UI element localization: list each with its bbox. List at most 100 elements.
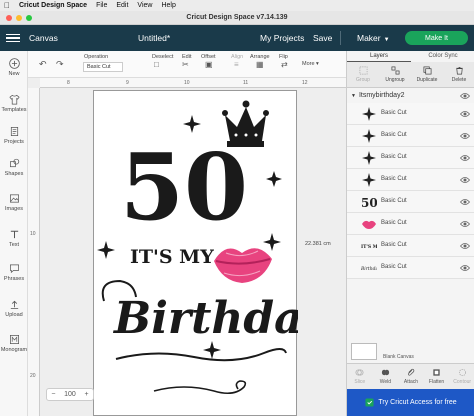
- eye-icon[interactable]: [460, 220, 470, 228]
- arrange-button[interactable]: Arrange: [250, 54, 270, 60]
- flourish-swirl[interactable]: [153, 380, 247, 395]
- sparkle-star[interactable]: [266, 171, 282, 187]
- deselect-icon[interactable]: □: [154, 60, 159, 69]
- tab-color-sync[interactable]: Color Sync: [411, 51, 474, 62]
- edit-menu[interactable]: Edit: [116, 2, 128, 9]
- eye-icon[interactable]: [460, 198, 470, 206]
- layer-row[interactable]: Basic Cut: [347, 103, 474, 125]
- attach-button[interactable]: Attach: [398, 364, 424, 389]
- birthday-script-text[interactable]: Birthday: [112, 293, 332, 344]
- weld-button[interactable]: Weld: [373, 364, 399, 389]
- chevron-down-icon[interactable]: ▼: [351, 93, 356, 99]
- eye-icon[interactable]: [460, 132, 470, 140]
- machine-select[interactable]: Maker ▼: [357, 33, 390, 43]
- layer-thumbnail-star: [362, 151, 376, 165]
- layer-thumbnail-star: [362, 173, 376, 187]
- arrange-icon[interactable]: ▦: [256, 60, 264, 69]
- minimize-window-button[interactable]: [16, 15, 22, 21]
- new-tool[interactable]: New: [0, 58, 28, 77]
- blank-canvas-swatch[interactable]: [351, 343, 377, 360]
- layer-row[interactable]: Birthday Basic Cut: [347, 257, 474, 279]
- close-window-button[interactable]: [6, 15, 12, 21]
- layer-row[interactable]: Basic Cut: [347, 213, 474, 235]
- my-projects-link[interactable]: My Projects: [260, 33, 304, 43]
- document-title[interactable]: Untitled*: [138, 33, 170, 43]
- window-controls: [6, 15, 32, 21]
- eye-icon[interactable]: [460, 242, 470, 250]
- undo-icon[interactable]: ↶: [39, 59, 47, 70]
- deselect-button[interactable]: Deselect: [152, 54, 173, 60]
- contour-button[interactable]: Contour: [449, 364, 474, 389]
- selected-design[interactable]: 50 IT'S MY Birthday: [93, 90, 332, 416]
- operation-label: Operation: [84, 54, 109, 60]
- eye-icon[interactable]: [460, 154, 470, 162]
- redo-icon[interactable]: ↷: [56, 59, 64, 70]
- its-my-text[interactable]: IT'S MY: [130, 246, 214, 268]
- flip-button[interactable]: Flip: [279, 54, 288, 60]
- birthday-artwork: 50 IT'S MY Birthday: [97, 100, 332, 395]
- file-menu[interactable]: File: [96, 2, 107, 9]
- edit-icon[interactable]: ✂: [182, 60, 189, 69]
- help-menu[interactable]: Help: [161, 2, 175, 9]
- design-canvas[interactable]: 8 9 10 11 12 10 20 50 IT'S MY Birthd 22.…: [28, 78, 346, 416]
- edit-button[interactable]: Edit: [182, 54, 191, 60]
- layer-row[interactable]: 50 Basic Cut: [347, 191, 474, 213]
- sparkle-star[interactable]: [97, 241, 115, 259]
- layer-row[interactable]: Basic Cut: [347, 147, 474, 169]
- flatten-button[interactable]: Flatten: [424, 364, 450, 389]
- app-menu[interactable]: Cricut Design Space: [19, 2, 87, 9]
- text-tool[interactable]: Text: [0, 229, 28, 248]
- zoom-out-icon[interactable]: −: [51, 391, 55, 398]
- hamburger-menu-icon[interactable]: [6, 34, 20, 42]
- slice-button[interactable]: Slice: [347, 364, 373, 389]
- layer-name: Basic Cut: [381, 110, 407, 116]
- images-tool[interactable]: Images: [0, 193, 28, 212]
- weld-button-label: Weld: [379, 379, 392, 385]
- access-badge-icon: [365, 398, 374, 407]
- monogram-tool[interactable]: Monogram: [0, 334, 28, 353]
- phrases-tool[interactable]: Phrases: [0, 263, 28, 282]
- layer-row[interactable]: Basic Cut: [347, 125, 474, 147]
- number-50-text[interactable]: 50: [120, 133, 248, 241]
- try-cricut-access-banner[interactable]: Try Cricut Access for free: [347, 389, 474, 416]
- eye-icon[interactable]: [460, 110, 470, 118]
- templates-tool[interactable]: Templates: [0, 94, 28, 113]
- eye-icon[interactable]: [460, 264, 470, 272]
- align-icon[interactable]: ≡: [234, 60, 239, 69]
- offset-icon[interactable]: ▣: [205, 60, 213, 69]
- tab-layers[interactable]: Layers: [347, 51, 411, 62]
- zoom-control[interactable]: − 100 +: [46, 388, 94, 401]
- eye-icon[interactable]: [460, 176, 470, 184]
- layer-group-name: Itsmybirthday2: [358, 92, 405, 99]
- flip-icon[interactable]: ⇄: [281, 60, 288, 69]
- macos-menu-bar:  Cricut Design Space File Edit View Hel…: [0, 0, 474, 11]
- projects-tool-label: Projects: [4, 139, 24, 145]
- apple-icon[interactable]: : [4, 1, 10, 10]
- layer-thumbnail-lips: [362, 220, 376, 229]
- shapes-tool-label: Shapes: [4, 171, 24, 177]
- delete-button[interactable]: Delete: [443, 62, 474, 87]
- sparkle-star[interactable]: [183, 115, 201, 133]
- group-button[interactable]: Group: [347, 62, 379, 87]
- align-button[interactable]: Align: [231, 54, 243, 60]
- make-it-button[interactable]: Make It: [405, 31, 468, 45]
- layer-row[interactable]: Basic Cut: [347, 169, 474, 191]
- upload-tool[interactable]: Upload: [0, 299, 28, 318]
- flourish-bottom[interactable]: [115, 348, 287, 362]
- ungroup-button[interactable]: Ungroup: [379, 62, 411, 87]
- sparkle-star[interactable]: [263, 233, 281, 251]
- layer-row[interactable]: IT'S MY Basic Cut: [347, 235, 474, 257]
- save-button[interactable]: Save: [313, 33, 332, 43]
- lips-graphic[interactable]: [214, 248, 272, 283]
- eye-icon[interactable]: [460, 92, 470, 100]
- layer-group-header[interactable]: ▼ Itsmybirthday2: [351, 92, 404, 99]
- projects-tool[interactable]: Projects: [0, 126, 28, 145]
- zoom-window-button[interactable]: [26, 15, 32, 21]
- more-button[interactable]: More ▾: [302, 61, 319, 67]
- operation-select[interactable]: Basic Cut: [83, 62, 123, 72]
- offset-button[interactable]: Offset: [201, 54, 216, 60]
- view-menu[interactable]: View: [137, 2, 152, 9]
- zoom-in-icon[interactable]: +: [85, 391, 89, 398]
- duplicate-button[interactable]: Duplicate: [411, 62, 443, 87]
- shapes-tool[interactable]: Shapes: [0, 158, 28, 177]
